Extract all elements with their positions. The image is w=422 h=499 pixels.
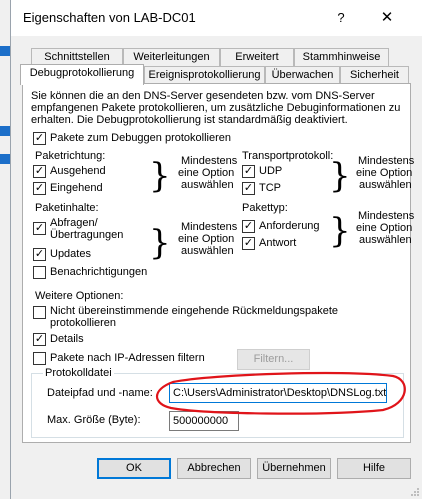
unmatched-responses-checkbox[interactable]: [33, 306, 46, 319]
brace-transport: }: [329, 156, 351, 196]
tcp-checkbox[interactable]: ✓: [242, 182, 255, 195]
direction-note: Mindestens: [181, 155, 238, 167]
cancel-button[interactable]: Abbrechen: [177, 458, 251, 479]
max-size-label: Max. Größe (Byte):: [47, 414, 141, 426]
title-bar: Eigenschaften von LAB-DC01 ? ✕: [11, 0, 422, 36]
logfile-group-title: Protokolldatei: [43, 367, 114, 379]
help-button[interactable]: Hilfe: [337, 458, 411, 479]
filter-ip-checkbox[interactable]: [33, 352, 46, 365]
tcp-label: TCP: [259, 182, 281, 194]
logfile-path-label: Dateipfad und -name:: [47, 387, 153, 399]
help-title-button[interactable]: ?: [333, 10, 349, 25]
details-checkbox[interactable]: ✓: [33, 333, 46, 346]
filter-ip-label: Pakete nach IP-Adressen filtern: [50, 352, 205, 364]
contents-note: Mindestens: [181, 221, 238, 233]
outgoing-label: Ausgehend: [50, 165, 106, 177]
direction-note: auswählen: [181, 179, 234, 191]
updates-checkbox[interactable]: ✓: [33, 248, 46, 261]
tab-erweitert[interactable]: Erweitert: [220, 48, 294, 66]
response-checkbox[interactable]: ✓: [242, 237, 255, 250]
unmatched-responses-label: protokollieren: [50, 317, 117, 329]
unmatched-responses-label: Nicht übereinstimmende eingehende Rückme…: [50, 305, 339, 317]
brace-packet-type: }: [329, 211, 351, 251]
properties-dialog: Eigenschaften von LAB-DC01 ? ✕ Schnittst…: [10, 0, 422, 499]
queries-checkbox[interactable]: ✓: [33, 222, 46, 235]
annotation-stroke: [155, 372, 406, 415]
packet-type-title: Pakettyp:: [242, 202, 288, 214]
further-options-title: Weitere Optionen:: [35, 290, 124, 302]
apply-button[interactable]: Übernehmen: [257, 458, 331, 479]
notifications-checkbox[interactable]: [33, 266, 46, 279]
tab-ereignisprotokollierung[interactable]: Ereignisprotokollierung: [144, 66, 265, 84]
packet-type-note: eine Option: [356, 222, 413, 234]
window-title: Eigenschaften von LAB-DC01: [23, 10, 196, 25]
updates-label: Updates: [50, 248, 91, 260]
debug-logging-panel: Sie können die an den DNS-Server gesende…: [22, 83, 415, 443]
details-label: Details: [50, 333, 84, 345]
request-checkbox[interactable]: ✓: [242, 220, 255, 233]
brace-direction: }: [149, 156, 171, 196]
udp-label: UDP: [259, 165, 283, 177]
transport-note: eine Option: [356, 167, 413, 179]
close-button[interactable]: ✕: [377, 8, 397, 26]
brace-contents: }: [149, 223, 171, 263]
direction-title: Paketrichtung:: [35, 150, 106, 162]
incoming-checkbox[interactable]: ✓: [33, 182, 46, 195]
outgoing-checkbox[interactable]: ✓: [33, 165, 46, 178]
direction-note: eine Option: [178, 167, 235, 179]
transport-title: Transportprotokoll:: [242, 150, 334, 162]
description-line: Sie können die an den DNS-Server gesende…: [31, 90, 375, 102]
contents-title: Paketinhalte:: [35, 202, 99, 214]
response-label: Antwort: [259, 237, 297, 249]
description-line: erhalten. Die Debugprotokollierung ist s…: [31, 114, 348, 126]
ok-button[interactable]: OK: [97, 458, 171, 479]
transport-note: auswählen: [359, 179, 412, 191]
log-packets-checkbox[interactable]: ✓: [33, 132, 46, 145]
contents-note: eine Option: [178, 233, 235, 245]
background-app-icon: [0, 154, 10, 164]
log-packets-label: Pakete zum Debuggen protokollieren: [50, 132, 232, 144]
notifications-label: Benachrichtigungen: [50, 266, 148, 278]
transport-note: Mindestens: [358, 155, 415, 167]
description-line: empfangenen Pakete protokollieren, um zu…: [31, 102, 401, 114]
incoming-label: Eingehend: [50, 182, 103, 194]
red-annotation-ellipse: [155, 372, 406, 415]
background-app-icon: [0, 46, 10, 56]
background-app-icon: [0, 126, 10, 136]
tab-sicherheit[interactable]: Sicherheit: [340, 66, 409, 84]
tab-debugprotokollierung[interactable]: Debugprotokollierung: [20, 64, 144, 85]
request-label: Anforderung: [259, 220, 320, 232]
packet-type-note: auswählen: [359, 234, 412, 246]
tab-ueberwachen[interactable]: Überwachen: [265, 66, 340, 84]
queries-label: Übertragungen: [50, 229, 124, 241]
filter-button[interactable]: Filtern...: [237, 349, 310, 370]
packet-type-note: Mindestens: [358, 210, 415, 222]
tab-stammhinweise[interactable]: Stammhinweise: [294, 48, 389, 66]
queries-label: Abfragen/: [50, 217, 98, 229]
resize-grip-icon[interactable]: [410, 487, 420, 497]
udp-checkbox[interactable]: ✓: [242, 165, 255, 178]
contents-note: auswählen: [181, 245, 234, 257]
